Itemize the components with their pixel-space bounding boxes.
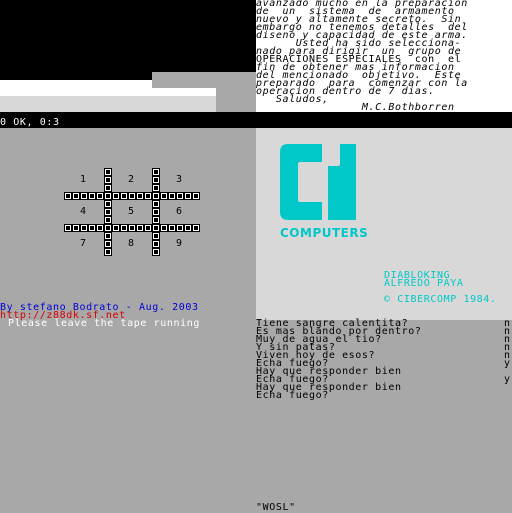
dialog-answer: y: [504, 374, 511, 385]
gray-bar: [152, 72, 256, 80]
keypad-number[interactable]: 9: [176, 239, 182, 249]
white-stripe-2: [0, 88, 216, 96]
gray-block: [216, 88, 256, 112]
keypad-number[interactable]: 1: [80, 175, 86, 185]
keypad-line-cell: [136, 192, 144, 200]
keypad-line-cell: [152, 240, 160, 248]
authors: DIABLOKING ALFREDO PAYA: [384, 271, 464, 289]
keypad-line-cell: [168, 192, 176, 200]
keypad-line-cell: [184, 224, 192, 232]
keypad-line-cell: [176, 192, 184, 200]
keypad-line-cell: [152, 176, 160, 184]
keypad-line-cell: [112, 224, 120, 232]
keypad-line-cell: [80, 192, 88, 200]
keypad-line-cell: [104, 192, 112, 200]
keypad-line-cell: [64, 192, 72, 200]
status-bar: [0, 112, 512, 128]
keypad-line-cell: [152, 216, 160, 224]
keypad-line-cell: [104, 168, 112, 176]
keypad-line-cell: [80, 224, 88, 232]
keypad-number[interactable]: 2: [128, 175, 134, 185]
keypad-line-cell: [104, 200, 112, 208]
keypad-line-cell: [88, 192, 96, 200]
keypad-line-cell: [152, 232, 160, 240]
keypad-line-cell: [160, 192, 168, 200]
keypad-number[interactable]: 8: [128, 239, 134, 249]
logo-panel: [256, 128, 512, 320]
keypad-line-cell: [176, 224, 184, 232]
keypad-line-cell: [152, 192, 160, 200]
ci-logo-icon: [280, 144, 356, 220]
keypad-number[interactable]: 4: [80, 207, 86, 217]
keypad-line-cell: [96, 224, 104, 232]
copyright-text: © CIBERCOMP 1984.: [384, 294, 497, 305]
author-name: ALFREDO PAYA: [384, 278, 464, 289]
keypad-number[interactable]: 6: [176, 207, 182, 217]
tape-message: Please leave the tape running: [8, 318, 200, 329]
keypad-line-cell: [160, 224, 168, 232]
keypad-line-cell: [144, 224, 152, 232]
keypad-line-cell: [104, 232, 112, 240]
keypad-line-cell: [120, 192, 128, 200]
keypad-number[interactable]: 7: [80, 239, 86, 249]
keypad-panel: 1 2 3 4 5 6 7 8 9: [0, 128, 256, 320]
keypad-line-cell: [192, 224, 200, 232]
input-line[interactable]: "WOSL": [256, 503, 296, 513]
keypad-line-cell: [104, 184, 112, 192]
keypad-line-cell: [64, 224, 72, 232]
keypad-line-cell: [168, 224, 176, 232]
keypad-line-cell: [88, 224, 96, 232]
keypad-line-cell: [72, 192, 80, 200]
keypad-line-cell: [72, 224, 80, 232]
white-stripe: [0, 80, 152, 88]
keypad-line-cell: [96, 192, 104, 200]
dialog-answer: y: [504, 358, 511, 369]
story-panel: avanzado mucho en la preparacion de un s…: [256, 0, 512, 112]
keypad-number[interactable]: 5: [128, 207, 134, 217]
logo-brand-text: COMPUTERS: [280, 226, 369, 240]
gray-stripe: [152, 80, 256, 88]
top-left-black-panel: [0, 0, 256, 80]
keypad-line-cell: [136, 224, 144, 232]
status-text: 0 OK, 0:3: [0, 117, 60, 128]
keypad-line-cell: [152, 168, 160, 176]
light-stripe: [0, 96, 216, 112]
keypad-line-cell: [152, 184, 160, 192]
keypad-line-cell: [152, 224, 160, 232]
keypad-line-cell: [104, 240, 112, 248]
keypad-line-cell: [192, 192, 200, 200]
keypad-line-cell: [152, 208, 160, 216]
keypad-line-cell: [112, 192, 120, 200]
dialog-question: Echa fuego?: [256, 390, 329, 401]
keypad-line-cell: [128, 192, 136, 200]
keypad-line-cell: [152, 248, 160, 256]
keypad-line-cell: [144, 192, 152, 200]
keypad-line-cell: [104, 248, 112, 256]
keypad-line-cell: [128, 224, 136, 232]
keypad-line-cell: [104, 216, 112, 224]
story-signature: M.C.Bothborren: [256, 102, 455, 113]
keypad-line-cell: [184, 192, 192, 200]
keypad-number[interactable]: 3: [176, 175, 182, 185]
keypad-line-cell: [104, 224, 112, 232]
keypad-line-cell: [152, 200, 160, 208]
keypad-line-cell: [120, 224, 128, 232]
keypad-line-cell: [104, 208, 112, 216]
keypad-line-cell: [104, 176, 112, 184]
